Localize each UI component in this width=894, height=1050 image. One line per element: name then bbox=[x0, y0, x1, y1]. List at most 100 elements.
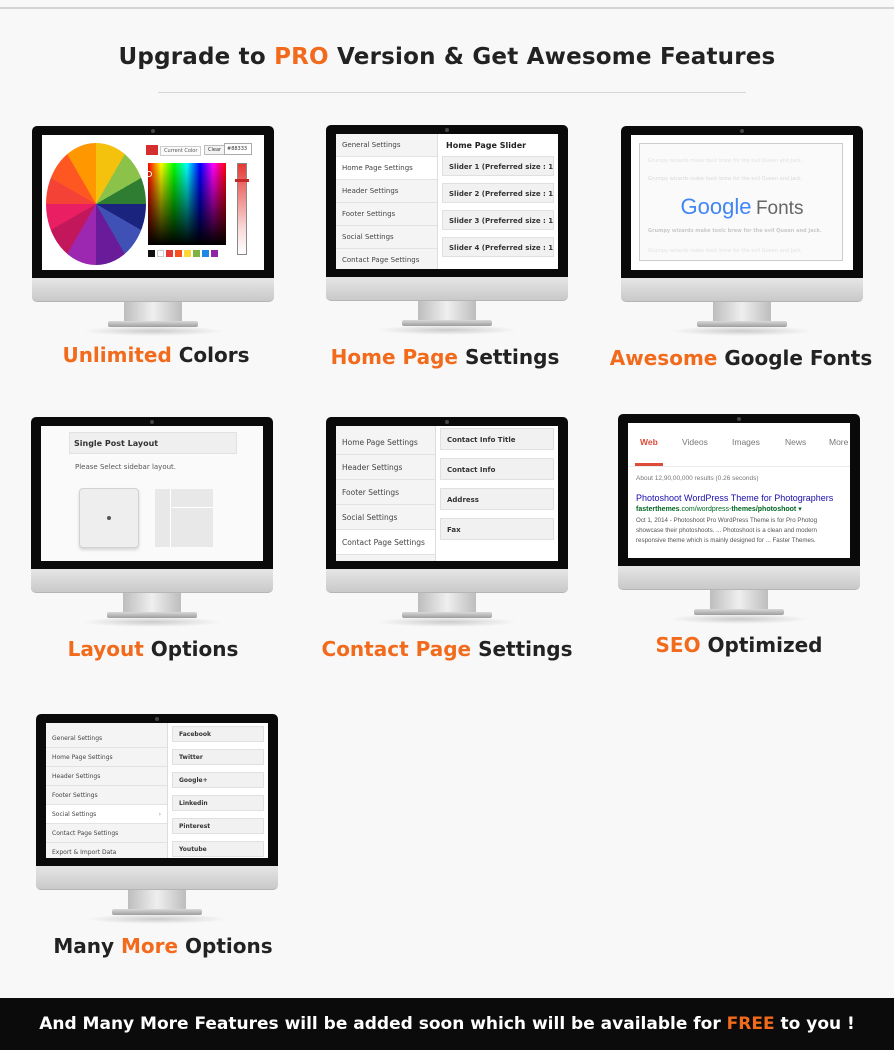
monitor-neck bbox=[710, 590, 768, 609]
clear-button[interactable]: Clear bbox=[204, 145, 226, 155]
monitor-neck bbox=[123, 593, 181, 612]
monitor-bezel: Grumpy wizards make toxic brew for the e… bbox=[621, 126, 863, 278]
menu-item[interactable]: Footer Settings bbox=[46, 786, 167, 805]
tab-more[interactable]: More bbox=[829, 437, 848, 447]
search-results-screen: Web Videos Images News More About 12,90,… bbox=[628, 423, 850, 558]
monitor-shadow bbox=[376, 617, 518, 627]
result-title-link[interactable]: Photoshoot WordPress Theme for Photograp… bbox=[636, 493, 833, 503]
menu-item[interactable]: Social Settings bbox=[336, 226, 437, 249]
menu-item[interactable]: General Settings bbox=[46, 729, 167, 748]
caption-layout: Layout Options bbox=[8, 637, 298, 661]
caption-google-fonts: Awesome Google Fonts bbox=[596, 346, 886, 370]
swatch[interactable] bbox=[193, 250, 200, 257]
menu-item[interactable]: Header Settings bbox=[336, 455, 435, 480]
swatch[interactable] bbox=[157, 250, 164, 257]
slider-field[interactable]: Slider 4 (Preferred size : 1280px bbox=[442, 237, 554, 257]
caption-accent: Unlimited bbox=[62, 343, 172, 367]
camera-dot bbox=[155, 717, 159, 721]
monitor-neck bbox=[418, 301, 476, 320]
monitor-shadow bbox=[376, 325, 518, 335]
title-suffix: Version & Get Awesome Features bbox=[337, 44, 776, 70]
social-field[interactable]: Facebook bbox=[172, 726, 264, 742]
menu-item[interactable]: General Settings bbox=[336, 134, 437, 157]
menu-item[interactable]: Social Settings bbox=[336, 505, 435, 530]
monitor-layout: Single Post Layout Please Select sidebar… bbox=[31, 417, 273, 627]
menu-item-active[interactable]: Contact Page Settings bbox=[336, 530, 435, 555]
tab-web-underline bbox=[635, 463, 663, 466]
tab-images[interactable]: Images bbox=[732, 437, 760, 447]
swatch[interactable] bbox=[211, 250, 218, 257]
hue-slider[interactable] bbox=[237, 163, 247, 255]
footer-prefix: And Many More Features will be added soo… bbox=[39, 1014, 721, 1034]
tab-videos[interactable]: Videos bbox=[682, 437, 708, 447]
camera-dot bbox=[151, 129, 155, 133]
menu-item[interactable]: Home Page Settings bbox=[46, 748, 167, 767]
slider-field[interactable]: Slider 2 (Preferred size : 1280px bbox=[442, 183, 554, 203]
camera-dot bbox=[737, 417, 741, 421]
dropdown-caret-icon[interactable]: ▾ bbox=[798, 506, 802, 513]
panel-title: Home Page Slider bbox=[446, 141, 527, 150]
menu-item[interactable]: Contact Page Settings bbox=[46, 824, 167, 843]
contact-field[interactable]: Fax bbox=[440, 518, 554, 540]
settings-panel: Contact Info Title Contact Info Address … bbox=[436, 426, 558, 561]
google-wordmark: Google bbox=[680, 194, 752, 219]
hex-input[interactable]: #88333 bbox=[224, 143, 252, 155]
color-wheel bbox=[46, 143, 146, 265]
swatch[interactable] bbox=[166, 250, 173, 257]
caption-seo: SEO Optimized bbox=[594, 633, 884, 657]
social-field[interactable]: Google+ bbox=[172, 772, 264, 788]
picker-handle[interactable] bbox=[146, 171, 152, 177]
swatch[interactable] bbox=[175, 250, 182, 257]
monitor-neck bbox=[418, 593, 476, 612]
layout-title: Single Post Layout bbox=[69, 432, 237, 454]
caption-rest: Options bbox=[185, 934, 273, 958]
monitor-seo: Web Videos Images News More About 12,90,… bbox=[618, 414, 860, 624]
monitor-bezel: General Settings Home Page Settings Head… bbox=[36, 714, 278, 866]
layout-option-full-width[interactable] bbox=[79, 488, 139, 548]
result-snippet: Oct 1, 2014 - Photoshoot Pro WordPress T… bbox=[636, 516, 817, 546]
slider-field[interactable]: Slider 1 (Preferred size : 1280px bbox=[442, 156, 554, 176]
social-field[interactable]: Twitter bbox=[172, 749, 264, 765]
menu-item[interactable]: Contact Page Settings bbox=[336, 249, 437, 269]
footer-banner: And Many More Features will be added soo… bbox=[0, 998, 894, 1050]
menu-item[interactable]: Header Settings bbox=[336, 180, 437, 203]
menu-item[interactable]: Footer Settings bbox=[336, 480, 435, 505]
monitor-home-settings: General Settings Home Page Settings Head… bbox=[326, 125, 568, 335]
monitor-bezel: General Settings Home Page Settings Head… bbox=[326, 125, 568, 277]
menu-item[interactable]: Footer Settings bbox=[336, 203, 437, 226]
monitor-bezel: Web Videos Images News More About 12,90,… bbox=[618, 414, 860, 566]
menu-item-active[interactable]: Social Settings › bbox=[46, 805, 167, 824]
saturation-field[interactable] bbox=[148, 163, 226, 245]
monitor-bezel: Single Post Layout Please Select sidebar… bbox=[31, 417, 273, 569]
contact-settings-screen: Home Page Settings Header Settings Foote… bbox=[336, 426, 558, 561]
selected-dot-icon bbox=[107, 516, 111, 520]
swatch[interactable] bbox=[202, 250, 209, 257]
monitor-bezel: Home Page Settings Header Settings Foote… bbox=[326, 417, 568, 569]
swatch[interactable] bbox=[148, 250, 155, 257]
tab-web[interactable]: Web bbox=[640, 437, 658, 447]
snippet-line: responsive theme which is mainly designe… bbox=[636, 537, 816, 544]
menu-item-active[interactable]: Home Page Settings bbox=[336, 157, 437, 180]
menu-item[interactable]: Header Settings bbox=[46, 767, 167, 786]
contact-field[interactable]: Contact Info Title bbox=[440, 428, 554, 450]
layout-option-sidebar[interactable] bbox=[155, 489, 213, 547]
hue-slider-handle[interactable] bbox=[235, 179, 249, 182]
menu-item[interactable]: Home Page Settings bbox=[336, 430, 435, 455]
monitor-chin bbox=[31, 569, 273, 593]
contact-field[interactable]: Contact Info bbox=[440, 458, 554, 480]
settings-menu: Home Page Settings Header Settings Foote… bbox=[336, 426, 436, 561]
menu-item[interactable]: Export & Import Data bbox=[46, 843, 167, 858]
swatch-row bbox=[148, 250, 218, 257]
swatch[interactable] bbox=[184, 250, 191, 257]
social-field[interactable]: Pinterest bbox=[172, 818, 264, 834]
social-field[interactable]: Youtube bbox=[172, 841, 264, 857]
caption-rest: Settings bbox=[478, 637, 573, 661]
footer-suffix: to you ! bbox=[780, 1014, 855, 1034]
monitor-google-fonts: Grumpy wizards make toxic brew for the e… bbox=[621, 126, 863, 336]
slider-field[interactable]: Slider 3 (Preferred size : 1280px bbox=[442, 210, 554, 230]
contact-field[interactable]: Address bbox=[440, 488, 554, 510]
title-accent: PRO bbox=[274, 44, 329, 70]
monitor-bezel: Current Color Clear #88333 bbox=[32, 126, 274, 278]
tab-news[interactable]: News bbox=[785, 437, 806, 447]
social-field[interactable]: Linkedin bbox=[172, 795, 264, 811]
